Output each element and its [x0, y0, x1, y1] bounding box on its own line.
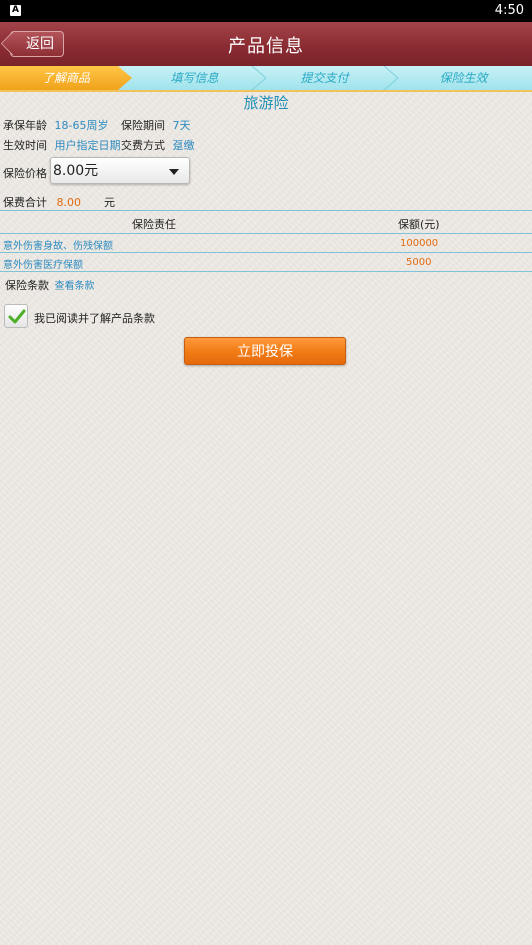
- terms-label: 保险条款: [5, 279, 49, 292]
- age-value: 18-65周岁: [54, 119, 109, 132]
- dropdown-arrow-icon: [169, 169, 179, 175]
- page-title: 产品信息: [228, 36, 304, 57]
- status-bar: A 4:50: [0, 0, 532, 22]
- price-selected-value: 8.00元: [53, 163, 99, 179]
- terms-row: 保险条款 查看条款: [5, 277, 95, 293]
- coverage-row-name: 意外伤害身故、伤残保额: [3, 241, 113, 252]
- status-clock: 4:50: [494, 3, 524, 18]
- coverage-header-amount: 保额(元): [398, 218, 440, 231]
- total-row: 保费合计 8.00: [3, 194, 81, 210]
- price-label: 保险价格: [3, 167, 47, 180]
- step-chevrons: [251, 66, 399, 90]
- checkmark-icon: [8, 309, 26, 324]
- apply-now-button[interactable]: 立即投保: [184, 337, 346, 365]
- total-label: 保费合计: [3, 196, 47, 209]
- agreement-checkbox[interactable]: [4, 304, 28, 328]
- period-label: 保险期间: [121, 119, 165, 132]
- effective-label: 生效时间: [3, 139, 47, 152]
- coverage-row-name: 意外伤害医疗保额: [3, 260, 83, 271]
- period-value: 7天: [172, 119, 191, 132]
- payment-value: 趸缴: [172, 139, 195, 152]
- table-divider: [0, 210, 532, 211]
- step-progress-bar: 了解商品 填写信息 提交支付 保险生效: [0, 66, 532, 92]
- back-button-label: 返回: [26, 36, 54, 52]
- table-divider: [0, 233, 532, 234]
- product-name: 旅游险: [243, 94, 289, 112]
- price-select[interactable]: 8.00元: [50, 157, 190, 184]
- payment-label: 交费方式: [121, 139, 165, 152]
- age-row: 承保年龄 18-65周岁: [3, 117, 108, 133]
- coverage-row-amount: 100000: [400, 238, 439, 249]
- table-divider: [0, 271, 532, 272]
- step-chevron: [251, 66, 267, 90]
- coverage-header-name: 保险责任: [132, 218, 176, 231]
- table-divider: [0, 252, 532, 253]
- step-chevron: [383, 66, 399, 90]
- period-row: 保险期间 7天: [121, 117, 191, 133]
- payment-row: 交费方式 趸缴: [121, 137, 195, 153]
- total-value: 8.00: [56, 196, 82, 209]
- title-bar: 返回 产品信息: [0, 22, 532, 67]
- view-terms-link[interactable]: 查看条款: [55, 281, 95, 292]
- notification-icon: A: [10, 5, 21, 16]
- coverage-row-amount: 5000: [406, 257, 432, 268]
- age-label: 承保年龄: [3, 119, 47, 132]
- effective-row: 生效时间 用户指定日期: [3, 137, 121, 153]
- agreement-label: 我已阅读并了解产品条款: [34, 312, 155, 325]
- total-unit: 元: [104, 196, 115, 209]
- effective-value: 用户指定日期: [54, 139, 121, 152]
